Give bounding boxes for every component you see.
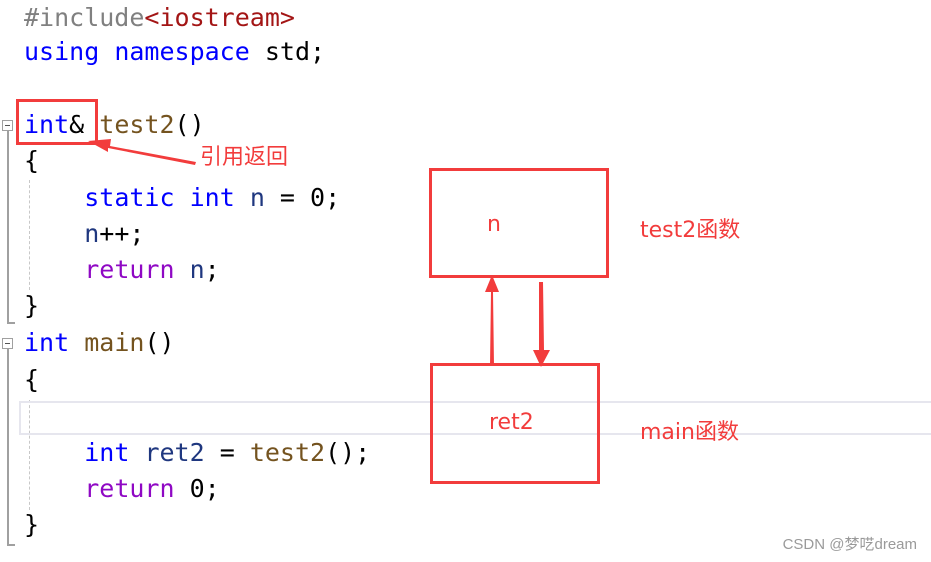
arrow-up-ret2-to-n (485, 275, 499, 366)
reference-return-arrow (88, 139, 196, 165)
arrow-down-n-to-ret2 (533, 282, 550, 367)
annotation-arrows (88, 139, 550, 367)
watermark: CSDN @梦呓dream (782, 536, 917, 553)
